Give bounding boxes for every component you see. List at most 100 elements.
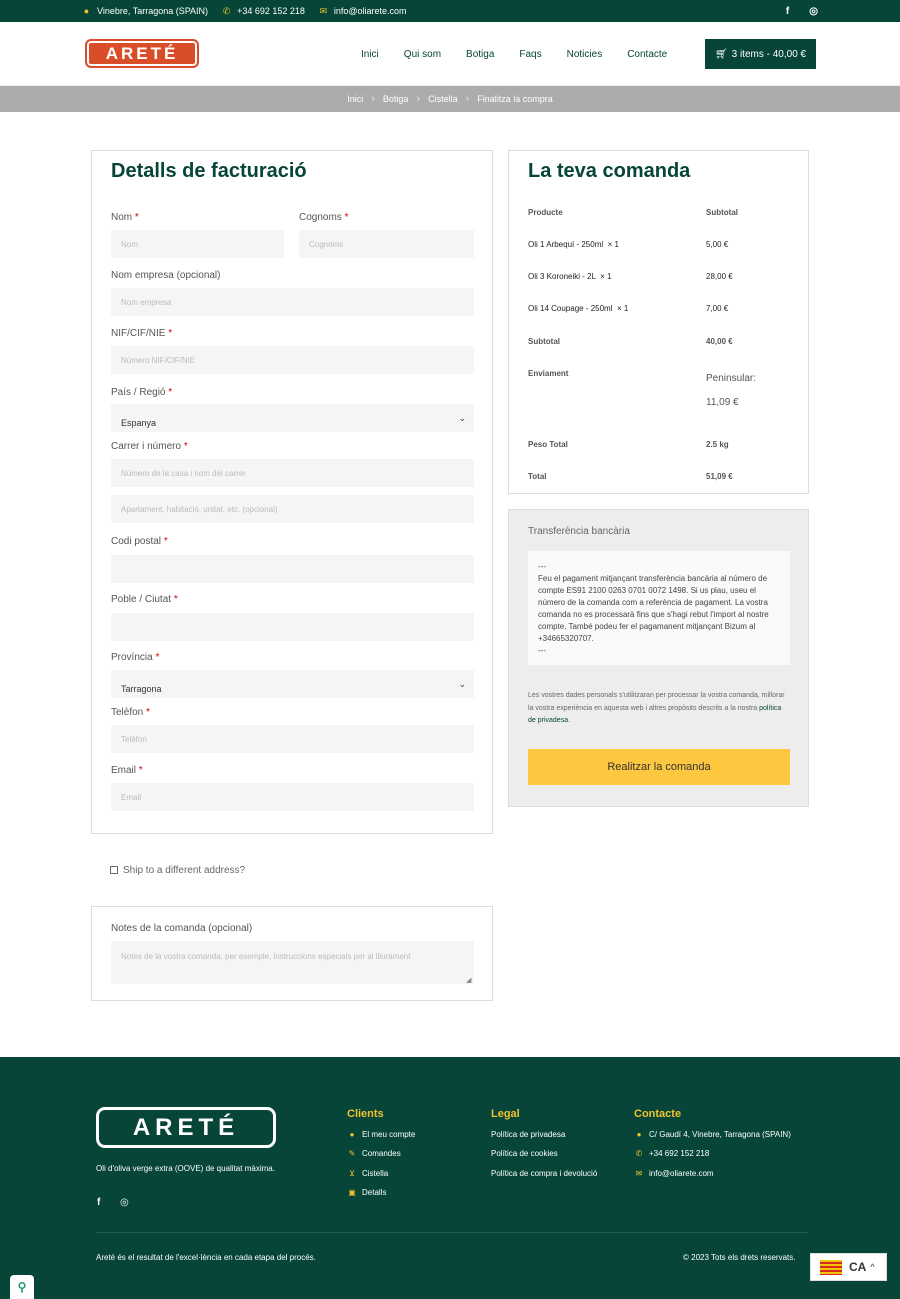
nom-input[interactable]: Nom (111, 230, 284, 258)
footer-contact-phone[interactable]: ✆ +34 692 152 218 (634, 1149, 710, 1158)
chevron-right-icon: › (416, 93, 421, 105)
footer-instagram-icon[interactable]: ◎ (120, 1197, 129, 1208)
carrer-label: Carrer i número * (111, 441, 188, 452)
footer-facebook-icon[interactable]: f (97, 1197, 100, 1208)
chevron-right-icon: › (371, 93, 375, 105)
telefon-label: Telèfon * (111, 707, 150, 718)
weight-value: 2.5 kg (706, 440, 729, 449)
footer-link-orders[interactable]: ✎ Comandes (347, 1149, 401, 1158)
breadcrumb: Inici › Botiga › Cistella › Finalitza la… (0, 86, 900, 112)
payment-description: --- Feu el pagament mitjançant transferè… (528, 551, 790, 665)
notes-textarea[interactable]: Notes de la vostra comanda; per exemple,… (111, 941, 474, 984)
billing-title: Detalls de facturació (111, 160, 307, 182)
site-logo[interactable]: ARETÉ (85, 39, 199, 68)
cart-icon: ⊻ (349, 1169, 355, 1178)
top-bar: ● Vinebre, Tarragona (SPAIN) ✆ +34 692 152… (0, 0, 900, 22)
footer-contact-email[interactable]: ✉ info@oliarete.com (634, 1169, 714, 1178)
chevron-right-icon: › (465, 93, 470, 105)
chevron-down-icon: ⌄ (458, 413, 466, 423)
payment-method-label[interactable]: Transferència bancària (528, 526, 630, 537)
language-switcher[interactable]: CA ^ (810, 1253, 887, 1281)
subtotal-value: 40,00 € (706, 337, 733, 346)
site-footer: ARETÉ Oli d'oliva verge extra (OOVE) de … (0, 1057, 900, 1299)
breadcrumb-current: Finalitza la compra (477, 94, 553, 104)
footer-bottom-right: © 2023 Tots els drets reservats. (683, 1253, 796, 1262)
facebook-icon[interactable]: f (786, 6, 789, 17)
shipping-method: Peninsular: (706, 373, 757, 384)
footer-tagline: Oli d'oliva verge extra (OOVE) de qualit… (96, 1164, 275, 1173)
col-product-header: Producte (528, 208, 563, 217)
footer-link-privacy[interactable]: Política de privadesa (491, 1130, 565, 1139)
chevron-up-icon: ^ (870, 1262, 875, 1272)
order-item-price: 5,00 € (706, 240, 729, 249)
cart-button[interactable]: 🛒︎ 3 items - 40,00 € (705, 39, 816, 69)
provincia-select[interactable]: Tarragona ⌄ (111, 670, 474, 698)
footer-contact-address: ● C/ Gaudí 4, Vinebre, Tarragona (SPAIN) (634, 1130, 791, 1139)
footer-clients-title: Clients (347, 1108, 384, 1120)
topbar-email[interactable]: ✉ info@oliarete.com (319, 6, 407, 17)
order-item-name: Oli 14 Coupage - 250ml × 1 (528, 304, 629, 313)
cognoms-input[interactable]: Cognoms (299, 230, 474, 258)
place-order-button[interactable]: Realitzar la comanda (528, 749, 790, 785)
location-pin-icon: ● (83, 6, 90, 16)
nav-botiga[interactable]: Botiga (466, 49, 494, 60)
nom-label: Nom * (111, 212, 139, 223)
email-input[interactable]: Email (111, 783, 474, 811)
postal-input[interactable] (111, 555, 474, 583)
breadcrumb-botiga[interactable]: Botiga (383, 94, 409, 104)
breadcrumb-inici[interactable]: Inici (347, 94, 363, 104)
subtotal-label: Subtotal (528, 337, 560, 346)
pais-select[interactable]: Espanya ⌄ (111, 404, 474, 432)
order-item-name: Oli 1 Arbequí - 250ml × 1 (528, 240, 619, 249)
id-card-icon: ▣ (348, 1188, 356, 1197)
footer-bottom-left: Areté és el resultat de l'excel·lència e… (96, 1253, 316, 1262)
accessibility-icon: ⚲ (17, 1280, 27, 1294)
footer-contact-title: Contacte (634, 1108, 682, 1120)
ship-different-checkbox[interactable] (110, 866, 118, 874)
envelope-icon: ✉ (635, 1169, 643, 1178)
nav-contacte[interactable]: Contacte (627, 49, 667, 60)
pais-label: País / Regió * (111, 387, 173, 398)
footer-link-cart[interactable]: ⊻ Cistella (347, 1169, 388, 1178)
postal-label: Codi postal * (111, 536, 168, 547)
breadcrumb-cistella[interactable]: Cistella (428, 94, 458, 104)
resize-handle-icon[interactable]: ◢ (466, 976, 471, 984)
nif-input[interactable]: Número NIF/CIF/NIE (111, 346, 474, 374)
phone-icon: ✆ (635, 1149, 643, 1158)
footer-link-returns[interactable]: Política de compra i devolució (491, 1169, 597, 1178)
empresa-input[interactable]: Nom empresa (111, 288, 474, 316)
nav-noticies[interactable]: Noticies (567, 49, 603, 60)
cart-icon: 🛒︎ (714, 48, 728, 60)
ship-different-label[interactable]: Ship to a different address? (123, 865, 245, 876)
nav-qui-som[interactable]: Qui som (404, 49, 441, 60)
location-pin-icon: ● (636, 1130, 642, 1139)
envelope-icon: ✉ (319, 5, 328, 16)
accessibility-button[interactable]: ⚲ (10, 1275, 34, 1299)
user-icon: ● (349, 1130, 355, 1139)
chevron-down-icon: ⌄ (458, 679, 466, 689)
instagram-icon[interactable]: ◎ (809, 6, 818, 17)
poble-label: Poble / Ciutat * (111, 594, 178, 605)
topbar-address: ● Vinebre, Tarragona (SPAIN) (83, 6, 209, 16)
shipping-label: Enviament (528, 369, 569, 378)
topbar-phone[interactable]: ✆ +34 692 152 218 (222, 6, 305, 17)
col-subtotal-header: Subtotal (706, 208, 738, 217)
telefon-input[interactable]: Telèfon (111, 725, 474, 753)
order-item-price: 7,00 € (706, 304, 729, 313)
weight-label: Peso Total (528, 440, 568, 449)
footer-logo[interactable]: ARETÉ (96, 1107, 276, 1148)
carrer-input[interactable]: Número de la casa i nom del carrer (111, 459, 474, 487)
order-item-name: Oli 3 Koroneiki - 2L × 1 (528, 272, 612, 281)
footer-link-details[interactable]: ▣ Detalls (347, 1188, 386, 1197)
total-value: 51,09 € (706, 472, 733, 481)
carrer2-input[interactable]: Apartament, habitació, unitat, etc. (opc… (111, 495, 474, 523)
privacy-notice: Les vostres dades personals s'utilitzara… (528, 692, 785, 725)
footer-legal-title: Legal (491, 1108, 520, 1120)
footer-link-cookies[interactable]: Política de cookies (491, 1149, 558, 1158)
footer-link-account[interactable]: ● El meu compte (347, 1130, 416, 1139)
edit-icon: ✎ (348, 1149, 356, 1158)
poble-input[interactable] (111, 613, 474, 641)
nav-inici[interactable]: Inici (361, 49, 379, 60)
nav-faqs[interactable]: Faqs (519, 49, 541, 60)
empresa-label: Nom empresa (opcional) (111, 270, 221, 281)
